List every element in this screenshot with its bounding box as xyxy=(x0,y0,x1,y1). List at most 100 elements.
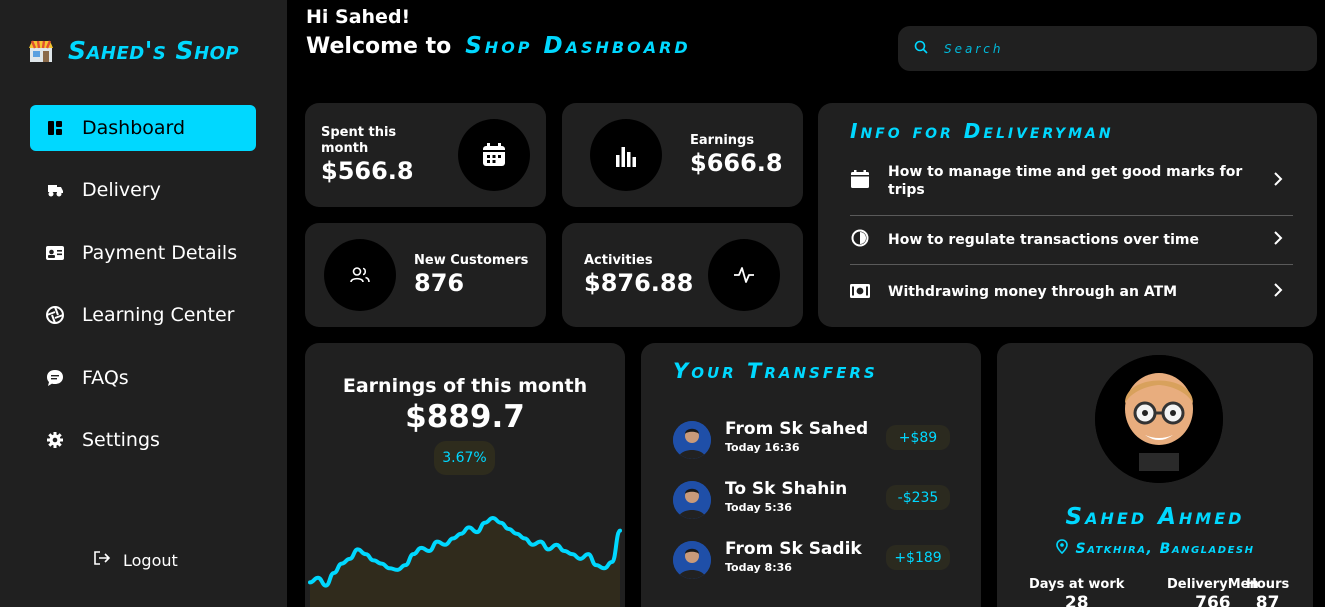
avatar xyxy=(673,541,711,579)
stat-card-earnings: Earnings $666.8 xyxy=(562,103,803,207)
transfer-item[interactable]: From Sk Sadik Today 8:36 +$189 xyxy=(673,539,958,581)
transfers-title: Your Transfers xyxy=(673,359,878,383)
search-bar[interactable] xyxy=(898,26,1317,71)
transfer-amount: +$89 xyxy=(886,425,950,450)
stat-label: Earnings xyxy=(690,133,755,148)
sidebar: Sahed's Shop Dashboard Delivery Payment … xyxy=(0,0,287,607)
brand[interactable]: Sahed's Shop xyxy=(28,36,239,65)
stat-card-activities: Activities $876.88 xyxy=(562,223,803,327)
calendar-icon xyxy=(850,170,870,192)
profile-stat-value: 766 xyxy=(1195,593,1231,607)
gear-icon xyxy=(46,431,64,449)
cash-icon xyxy=(850,283,870,302)
profile-name: Sahed Ahmed xyxy=(1065,504,1245,530)
sidebar-item-label: Dashboard xyxy=(82,117,186,139)
stat-value: $666.8 xyxy=(690,149,783,177)
avatar xyxy=(673,481,711,519)
transfer-time: Today 16:36 xyxy=(725,441,800,454)
stat-value: $876.88 xyxy=(584,269,694,297)
page-title: Welcome to Shop Dashboard xyxy=(306,33,691,59)
calendar-icon xyxy=(458,119,530,191)
stat-label: Spent this month xyxy=(321,125,397,156)
sidebar-item-label: FAQs xyxy=(82,367,129,389)
divider xyxy=(850,264,1293,265)
profile-stat-value: 28 xyxy=(1064,593,1089,607)
transfers-card: Your Transfers From Sk Sahed Today 16:36… xyxy=(641,343,981,607)
sidebar-item-label: Delivery xyxy=(82,179,161,201)
brand-name: Sahed's Shop xyxy=(68,36,240,65)
profile-location: Satkhira, Bangladesh xyxy=(997,539,1313,558)
sidebar-item-payment-details[interactable]: Payment Details xyxy=(30,230,256,276)
transfer-name: From Sk Sadik xyxy=(725,539,862,559)
info-row-text: How to manage time and get good marks fo… xyxy=(888,164,1243,198)
avatar xyxy=(673,421,711,459)
info-row-text: How to regulate transactions over time xyxy=(888,232,1199,248)
transfer-item[interactable]: To Sk Shahin Today 5:36 -$235 xyxy=(673,479,958,521)
divider xyxy=(850,215,1293,216)
profile-card: Sahed Ahmed Satkhira, Bangladesh Days at… xyxy=(997,343,1313,607)
sidebar-item-faqs[interactable]: FAQs xyxy=(30,355,256,401)
transfer-amount: +$189 xyxy=(886,545,950,570)
sidebar-item-settings[interactable]: Settings xyxy=(30,417,256,463)
id-card-icon xyxy=(46,244,64,262)
sidebar-item-label: Learning Center xyxy=(82,304,235,326)
transfer-name: To Sk Shahin xyxy=(725,479,848,499)
sidebar-item-learning-center[interactable]: Learning Center xyxy=(30,292,256,338)
chevron-right-icon xyxy=(1273,171,1283,191)
sidebar-item-label: Settings xyxy=(82,429,160,451)
profile-avatar[interactable] xyxy=(1095,355,1223,483)
transfer-amount: -$235 xyxy=(886,485,950,510)
chevron-right-icon xyxy=(1273,282,1283,302)
logout-icon xyxy=(93,550,111,570)
info-row[interactable]: How to manage time and get good marks fo… xyxy=(850,163,1293,199)
clock-icon xyxy=(850,229,870,251)
transfer-name: From Sk Sahed xyxy=(725,419,869,439)
shop-icon xyxy=(29,40,53,62)
chevron-right-icon xyxy=(1273,230,1283,250)
logout-button[interactable]: Logout xyxy=(93,550,178,570)
earnings-value: $889.7 xyxy=(405,399,525,435)
info-card: Info for Deliveryman How to manage time … xyxy=(818,103,1317,327)
sidebar-item-delivery[interactable]: Delivery xyxy=(30,167,256,213)
stat-card-customers: New Customers 876 xyxy=(305,223,546,327)
aperture-icon xyxy=(46,306,64,324)
info-row[interactable]: How to regulate transactions over time xyxy=(850,225,1293,255)
info-row-text: Withdrawing money through an ATM xyxy=(888,284,1178,300)
dashboard-icon xyxy=(46,119,64,137)
sidebar-item-dashboard[interactable]: Dashboard xyxy=(30,105,256,151)
search-icon xyxy=(914,39,928,58)
stat-label: New Customers xyxy=(414,253,529,268)
delivery-icon xyxy=(46,181,64,199)
profile-stat-label: Days at work xyxy=(1029,577,1125,592)
transfer-time: Today 8:36 xyxy=(725,561,792,574)
earnings-title: Earnings of this month xyxy=(342,375,588,397)
profile-stat-value: 87 xyxy=(1255,593,1280,607)
stat-card-spent: Spent this month $566.8 xyxy=(305,103,546,207)
location-pin-icon xyxy=(1055,539,1068,558)
transfer-time: Today 5:36 xyxy=(725,501,792,514)
bar-chart-icon xyxy=(590,119,662,191)
stat-value: 876 xyxy=(414,269,465,297)
users-icon xyxy=(324,239,396,311)
welcome-accent: Shop Dashboard xyxy=(465,33,691,59)
greeting: Hi Sahed! xyxy=(306,6,411,28)
welcome-prefix: Welcome to xyxy=(306,34,452,59)
profile-stat-label: Hours xyxy=(1246,577,1290,592)
activity-icon xyxy=(708,239,780,311)
stat-label: Activities xyxy=(584,253,653,268)
earnings-area-chart xyxy=(308,515,622,607)
stat-value: $566.8 xyxy=(321,157,414,185)
profile-stat: Hours 87 xyxy=(1246,577,1289,607)
search-input[interactable] xyxy=(944,41,1284,56)
profile-stat-label: DeliveryMen xyxy=(1167,577,1259,592)
transfer-item[interactable]: From Sk Sahed Today 16:36 +$89 xyxy=(673,419,958,461)
chat-icon xyxy=(46,369,64,387)
location-text: Satkhira, Bangladesh xyxy=(1075,540,1255,557)
profile-stat: Days at work 28 xyxy=(1029,577,1124,607)
change-badge: 3.67% xyxy=(434,441,495,475)
sidebar-item-label: Payment Details xyxy=(82,242,238,264)
info-title: Info for Deliveryman xyxy=(850,119,1114,143)
profile-stat: DeliveryMen 766 xyxy=(1167,577,1259,607)
info-row[interactable]: Withdrawing money through an ATM xyxy=(850,277,1293,307)
earnings-chart-card: Earnings of this month $889.7 3.67% xyxy=(305,343,625,607)
